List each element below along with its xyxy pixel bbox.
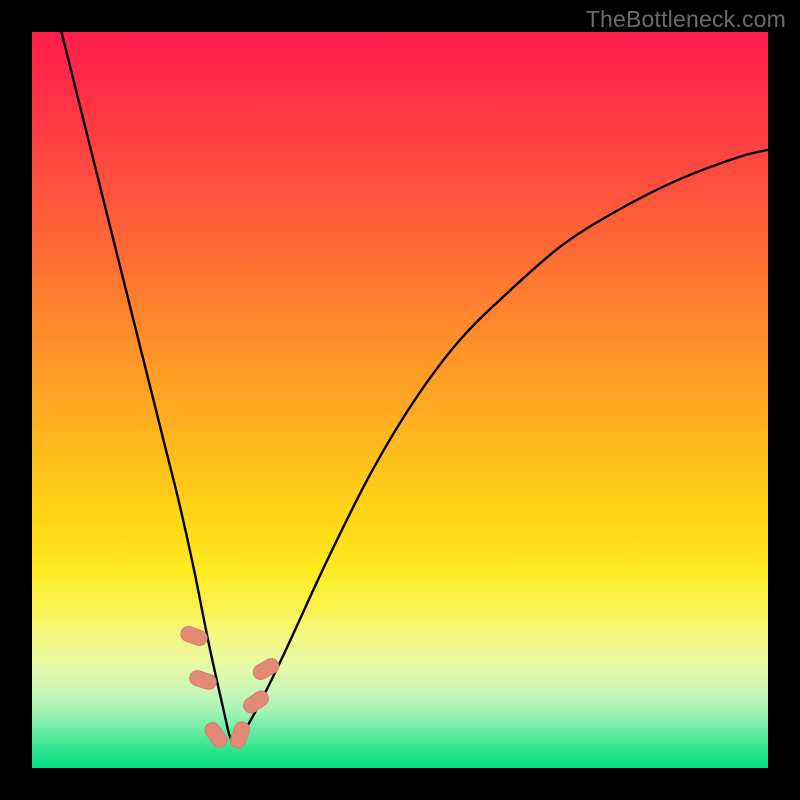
curve-marker	[240, 687, 272, 716]
curve-marker	[188, 668, 220, 692]
curve-markers	[32, 32, 768, 768]
curve-marker	[250, 655, 282, 683]
curve-marker	[227, 719, 252, 751]
curve-marker	[201, 719, 230, 751]
plot-area	[32, 32, 768, 768]
watermark-label: TheBottleneck.com	[586, 6, 786, 33]
chart-frame: TheBottleneck.com	[0, 0, 800, 800]
curve-marker	[178, 623, 210, 648]
